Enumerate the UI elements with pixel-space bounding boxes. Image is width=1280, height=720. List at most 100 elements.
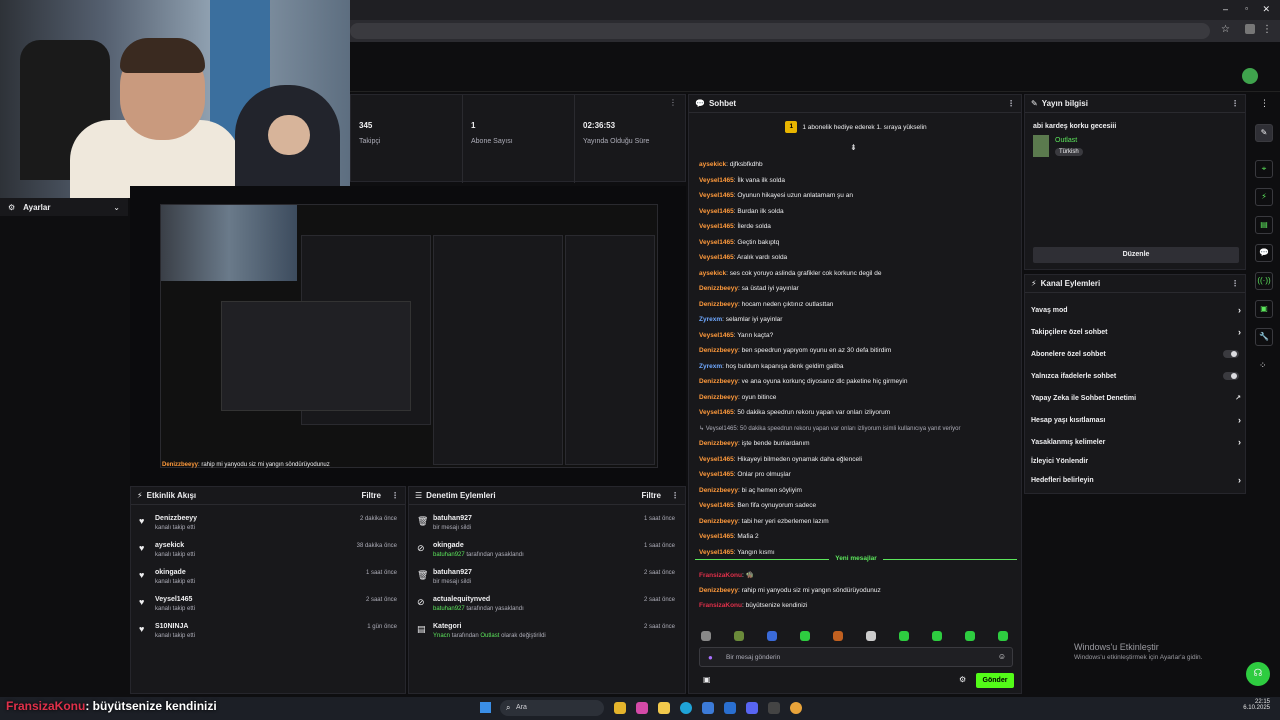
game-name[interactable]: Outlast — [1055, 137, 1077, 144]
slow-mode-row[interactable]: Yavaş mod › — [1025, 299, 1247, 321]
folder-icon[interactable] — [658, 702, 670, 714]
subs-only-toggle[interactable] — [1223, 350, 1239, 358]
maximize-icon[interactable]: ▫ — [1245, 4, 1248, 13]
chat-username[interactable]: Zyrexm — [699, 363, 722, 370]
pinned-icon[interactable]: ⇟ — [850, 143, 857, 152]
chrome-icon[interactable] — [790, 702, 802, 714]
clip-tool-button[interactable]: ⌖ — [1255, 160, 1273, 178]
more-icon[interactable]: ⋮ — [1231, 279, 1239, 288]
activity-filter-button[interactable]: Filtre — [361, 491, 381, 500]
moderator-name[interactable]: Ynacn — [433, 633, 450, 639]
clock[interactable]: 22:15 6.10.2025 — [1243, 699, 1270, 711]
account-age-row[interactable]: Hesap yaşı kısıtlaması › — [1025, 409, 1247, 431]
chat-username[interactable]: aysekick — [699, 270, 726, 277]
shapes-icon[interactable]: ⁘ — [1259, 360, 1267, 371]
chat-username[interactable]: Veysel1465 — [699, 502, 734, 509]
extension-icon[interactable] — [1245, 24, 1255, 34]
close-icon[interactable]: ✕ — [1262, 4, 1270, 15]
category-name[interactable]: Outlast — [480, 633, 499, 639]
chat-username[interactable]: Denizzbeeyy — [699, 378, 738, 385]
gift-banner[interactable]: 1 1 abonelik hediye ederek 1. sıraya yük… — [689, 117, 1023, 137]
chat-username[interactable]: Veysel1465 — [699, 332, 734, 339]
moderator-name[interactable]: batuhan927 — [433, 606, 465, 612]
more-icon[interactable]: ⋮ — [1007, 99, 1015, 108]
chat-username[interactable]: Denizzbeeyy — [699, 301, 738, 308]
chat-input[interactable]: ● Bir mesaj gönderin ☺ — [699, 647, 1013, 667]
chat-username[interactable]: Veysel1465 — [699, 533, 734, 540]
bookmark-star-icon[interactable]: ☆ — [1221, 24, 1230, 35]
more-icon[interactable]: ⋮ — [671, 491, 679, 500]
chat-username[interactable]: Veysel1465 — [699, 192, 734, 199]
moderation-user[interactable]: Kategori — [433, 623, 461, 630]
chat-username[interactable]: Denizzbeeyy — [699, 587, 738, 594]
chat-username[interactable]: Veysel1465 — [699, 471, 734, 478]
profile-avatar[interactable] — [1242, 68, 1258, 84]
moderation-user[interactable]: actualequitynved — [433, 596, 490, 603]
mic-icon[interactable]: ● — [708, 653, 713, 662]
settings-gear-icon[interactable]: ⚙ — [959, 675, 966, 684]
bolt-tool-button[interactable]: ⚡ — [1255, 188, 1273, 206]
chat-username[interactable]: Veysel1465 — [699, 208, 734, 215]
emote-icon[interactable] — [734, 631, 744, 641]
chat-username[interactable]: FransizaKonu — [699, 602, 742, 609]
support-button[interactable]: ☊ — [1246, 662, 1270, 686]
goals-row[interactable]: Hedefleri belirleyin › — [1025, 469, 1247, 491]
moderation-user[interactable]: okingade — [433, 542, 464, 549]
more-icon[interactable]: ⋮ — [1260, 98, 1269, 109]
minimize-icon[interactable]: – — [1223, 4, 1228, 14]
chat-username[interactable]: Veysel1465 — [699, 409, 734, 416]
moderation-filter-button[interactable]: Filtre — [641, 491, 661, 500]
more-icon[interactable]: ⋮ — [391, 491, 399, 500]
moderation-user[interactable]: batuhan927 — [433, 569, 472, 576]
taskbar-app-icon[interactable] — [636, 702, 648, 714]
chat-username[interactable]: Denizzbeeyy — [699, 518, 738, 525]
activity-user[interactable]: Veysel1465 — [155, 596, 192, 603]
url-field[interactable] — [350, 23, 1210, 39]
activity-user[interactable]: Denizzbeeyy — [155, 515, 197, 522]
more-icon[interactable]: ⋮ — [1262, 24, 1272, 35]
start-icon[interactable] — [480, 702, 491, 713]
edit-tool-button[interactable]: ✎ — [1255, 124, 1273, 142]
subs-only-row[interactable]: Abonelere özel sohbet — [1025, 343, 1247, 365]
chat-tool-button[interactable]: 💬 — [1255, 244, 1273, 262]
chat-username[interactable]: Veysel1465 — [699, 177, 734, 184]
taskbar-search[interactable]: ⌕ Ara — [500, 700, 604, 716]
store-icon[interactable]: ▣ — [703, 675, 711, 684]
chat-username[interactable]: Zyrexm — [699, 316, 722, 323]
moderator-name[interactable]: batuhan927 — [433, 552, 465, 558]
chat-username[interactable]: Veysel1465 — [699, 223, 734, 230]
chat-username[interactable]: Denizzbeeyy — [699, 440, 738, 447]
emote-only-row[interactable]: Yalnızca ifadelerle sohbet — [1025, 365, 1247, 387]
moderation-user[interactable]: batuhan927 — [433, 515, 472, 522]
emote-icon[interactable] — [965, 631, 975, 641]
chat-username[interactable]: Veysel1465 — [699, 254, 734, 261]
game-cover[interactable] — [1033, 135, 1049, 157]
emote-icon[interactable] — [866, 631, 876, 641]
emote-only-toggle[interactable] — [1223, 372, 1239, 380]
activity-user[interactable]: okingade — [155, 569, 186, 576]
emote-icon[interactable] — [998, 631, 1008, 641]
outlook-icon[interactable] — [724, 702, 736, 714]
chat-username[interactable]: FransizaKonu — [699, 572, 742, 579]
broadcast-tool-button[interactable]: ((·)) — [1255, 272, 1273, 290]
store-tool-button[interactable]: ▣ — [1255, 300, 1273, 318]
emoji-icon[interactable]: ☺ — [998, 652, 1006, 661]
edge-icon[interactable] — [680, 702, 692, 714]
chat-username[interactable]: Denizzbeeyy — [699, 347, 738, 354]
activity-user[interactable]: S10NINJA — [155, 623, 188, 630]
emote-icon[interactable] — [767, 631, 777, 641]
ai-moderation-row[interactable]: Yapay Zeka ile Sohbet Denetimi ↗ — [1025, 387, 1247, 409]
more-icon[interactable]: ⋮ — [1231, 99, 1239, 108]
discord-icon[interactable] — [746, 702, 758, 714]
emote-icon[interactable] — [932, 631, 942, 641]
followers-only-row[interactable]: Takipçilere özel sohbet › — [1025, 321, 1247, 343]
stream-preview[interactable]: Denizzbeeyy: rahip mi yanyodu siz mi yan… — [130, 186, 686, 486]
taskbar-app-icon[interactable] — [702, 702, 714, 714]
emote-icon[interactable] — [701, 631, 711, 641]
obs-icon[interactable] — [768, 702, 780, 714]
activity-user[interactable]: aysekick — [155, 542, 184, 549]
send-button[interactable]: Gönder — [976, 673, 1014, 688]
wrench-tool-button[interactable]: 🔧 — [1255, 328, 1273, 346]
taskbar-app-icon[interactable] — [614, 702, 626, 714]
settings-header[interactable]: ⚙ Ayarlar ⌄ — [0, 198, 128, 216]
